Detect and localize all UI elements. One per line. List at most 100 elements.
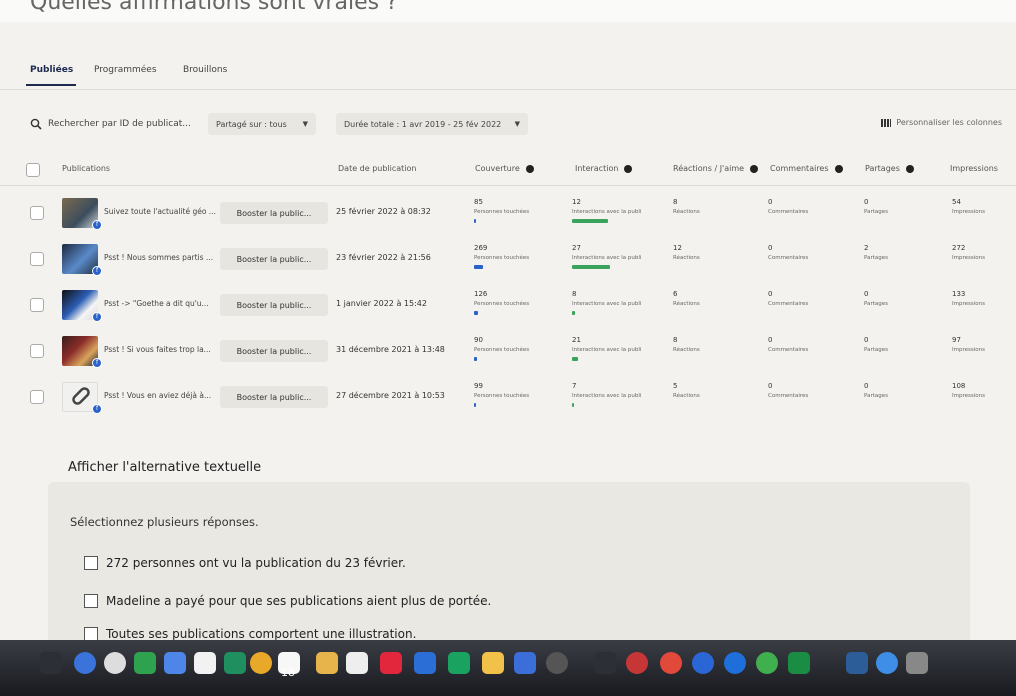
shares-cell: 0 Partages: [864, 290, 888, 307]
table-row[interactable]: f Psst ! Nous sommes partis ... Booster …: [0, 238, 1016, 284]
reach-bar: [474, 265, 483, 269]
row-checkbox[interactable]: [30, 206, 44, 220]
col-publications[interactable]: Publications: [62, 164, 110, 173]
date-range-dropdown[interactable]: Durée totale : 1 avr 2019 - 25 fév 2022 …: [336, 113, 528, 135]
boost-button[interactable]: Booster la public...: [220, 202, 328, 224]
app-grid-icon[interactable]: [40, 652, 62, 674]
post-text[interactable]: Psst ! Vous en aviez déjà à...: [104, 391, 211, 400]
row-checkbox[interactable]: [30, 344, 44, 358]
facebook-icon: f: [92, 312, 102, 322]
boost-button[interactable]: Booster la public...: [220, 386, 328, 408]
app-icon[interactable]: [316, 652, 338, 674]
app-icon[interactable]: [876, 652, 898, 674]
table-row[interactable]: f Psst -> "Goethe a dit qu'u... Booster …: [0, 284, 1016, 330]
interaction-cell: 27 Interactions avec la publi: [572, 244, 660, 269]
boost-button[interactable]: Booster la public...: [220, 248, 328, 270]
app-icon[interactable]: [788, 652, 810, 674]
answer-label[interactable]: Toutes ses publications comportent une i…: [106, 627, 416, 641]
info-icon[interactable]: [525, 164, 534, 173]
col-reactions[interactable]: Réactions / J'aime: [673, 164, 759, 173]
boost-button[interactable]: Booster la public...: [220, 340, 328, 362]
post-text[interactable]: Psst ! Si vous faites trop la...: [104, 345, 211, 354]
app-icon[interactable]: [906, 652, 928, 674]
post-text[interactable]: Suivez toute l'actualité géo ...: [104, 207, 216, 216]
boost-button[interactable]: Booster la public...: [220, 294, 328, 316]
interaction-cell: 21 Interactions avec la publi: [572, 336, 660, 361]
customize-columns-button[interactable]: Personnaliser les colonnes: [881, 118, 1002, 127]
drive-icon[interactable]: [250, 652, 272, 674]
shared-on-dropdown[interactable]: Partagé sur : tous ▼: [208, 113, 316, 135]
info-icon[interactable]: [750, 164, 759, 173]
app-icon[interactable]: [594, 652, 616, 674]
facebook-icon: f: [92, 404, 102, 414]
comments-cell: 0 Commentaires: [768, 336, 809, 353]
answer-checkbox[interactable]: [84, 594, 98, 608]
tab-scheduled[interactable]: Programmées: [94, 65, 157, 75]
info-icon[interactable]: [624, 164, 633, 173]
files-icon[interactable]: [164, 652, 186, 674]
app-icon[interactable]: [660, 652, 682, 674]
col-date[interactable]: Date de publication: [338, 164, 417, 173]
impressions-cell: 54 Impressions: [952, 198, 985, 215]
col-comments[interactable]: Commentaires: [770, 164, 843, 173]
answer-label[interactable]: 272 personnes ont vu la publication du 2…: [106, 556, 406, 570]
question-instruction: Sélectionnez plusieurs réponses.: [70, 515, 259, 529]
page-top-strip: Quelles affirmations sont vraies ?: [0, 0, 1016, 22]
table-row[interactable]: f Suivez toute l'actualité géo ... Boost…: [0, 192, 1016, 238]
comments-cell: 0 Commentaires: [768, 382, 809, 399]
app-icon[interactable]: [134, 652, 156, 674]
answer-label[interactable]: Madeline a payé pour que ses publication…: [106, 594, 491, 608]
search-placeholder: Rechercher par ID de publicat...: [48, 119, 191, 129]
sheets-icon[interactable]: [448, 652, 470, 674]
reactions-cell: 5 Réactions: [673, 382, 700, 399]
music-icon[interactable]: [380, 652, 402, 674]
tab-published[interactable]: Publiées: [30, 65, 73, 75]
impressions-cell: 97 Impressions: [952, 336, 985, 353]
col-shares[interactable]: Partages: [865, 164, 914, 173]
app-icon[interactable]: [626, 652, 648, 674]
photos-icon[interactable]: [194, 652, 216, 674]
app-icon[interactable]: [846, 652, 868, 674]
pen-icon[interactable]: [482, 652, 504, 674]
search-input[interactable]: Rechercher par ID de publicat...: [30, 112, 205, 136]
chrome-icon[interactable]: [104, 652, 126, 674]
facebook-icon: f: [92, 220, 102, 230]
info-icon[interactable]: [834, 164, 843, 173]
app-icon[interactable]: [546, 652, 568, 674]
active-tab-indicator: [26, 84, 76, 86]
interaction-cell: 7 Interactions avec la publi: [572, 382, 660, 407]
answer-checkbox[interactable]: [84, 556, 98, 570]
app-icon[interactable]: [724, 652, 746, 674]
filters-bar: Rechercher par ID de publicat... Partagé…: [0, 112, 1016, 138]
answer-option[interactable]: 272 personnes ont vu la publication du 2…: [84, 554, 406, 572]
col-interaction[interactable]: Interaction: [575, 164, 633, 173]
docs-icon[interactable]: [346, 652, 368, 674]
tab-drafts[interactable]: Brouillons: [183, 65, 227, 75]
table-row[interactable]: f Psst ! Vous en aviez déjà à... Booster…: [0, 376, 1016, 422]
app-icon[interactable]: [692, 652, 714, 674]
meet-icon[interactable]: [224, 652, 246, 674]
question-heading-fragment: Quelles affirmations sont vraies ?: [30, 0, 398, 15]
shared-on-label: Partagé sur : tous: [216, 119, 287, 129]
app-icon[interactable]: [414, 652, 436, 674]
app-icon[interactable]: [756, 652, 778, 674]
row-checkbox[interactable]: [30, 390, 44, 404]
row-checkbox[interactable]: [30, 298, 44, 312]
post-date: 27 décembre 2021 à 10:53: [336, 391, 445, 400]
reactions-cell: 12 Réactions: [673, 244, 700, 261]
shares-cell: 0 Partages: [864, 336, 888, 353]
post-text[interactable]: Psst -> "Goethe a dit qu'u...: [104, 299, 209, 308]
text-icon[interactable]: [514, 652, 536, 674]
row-checkbox[interactable]: [30, 252, 44, 266]
answer-checkbox[interactable]: [84, 627, 98, 641]
info-icon[interactable]: [905, 164, 914, 173]
table-row[interactable]: f Psst ! Si vous faites trop la... Boost…: [0, 330, 1016, 376]
post-date: 31 décembre 2021 à 13:48: [336, 345, 445, 354]
show-alt-text-link[interactable]: Afficher l'alternative textuelle: [68, 460, 261, 475]
launcher-icon[interactable]: [74, 652, 96, 674]
col-impressions[interactable]: Impressions: [950, 164, 998, 173]
col-reach[interactable]: Couverture: [475, 164, 534, 173]
answer-option[interactable]: Madeline a payé pour que ses publication…: [84, 592, 491, 610]
post-text[interactable]: Psst ! Nous sommes partis ...: [104, 253, 213, 262]
select-all-checkbox[interactable]: [26, 163, 40, 177]
